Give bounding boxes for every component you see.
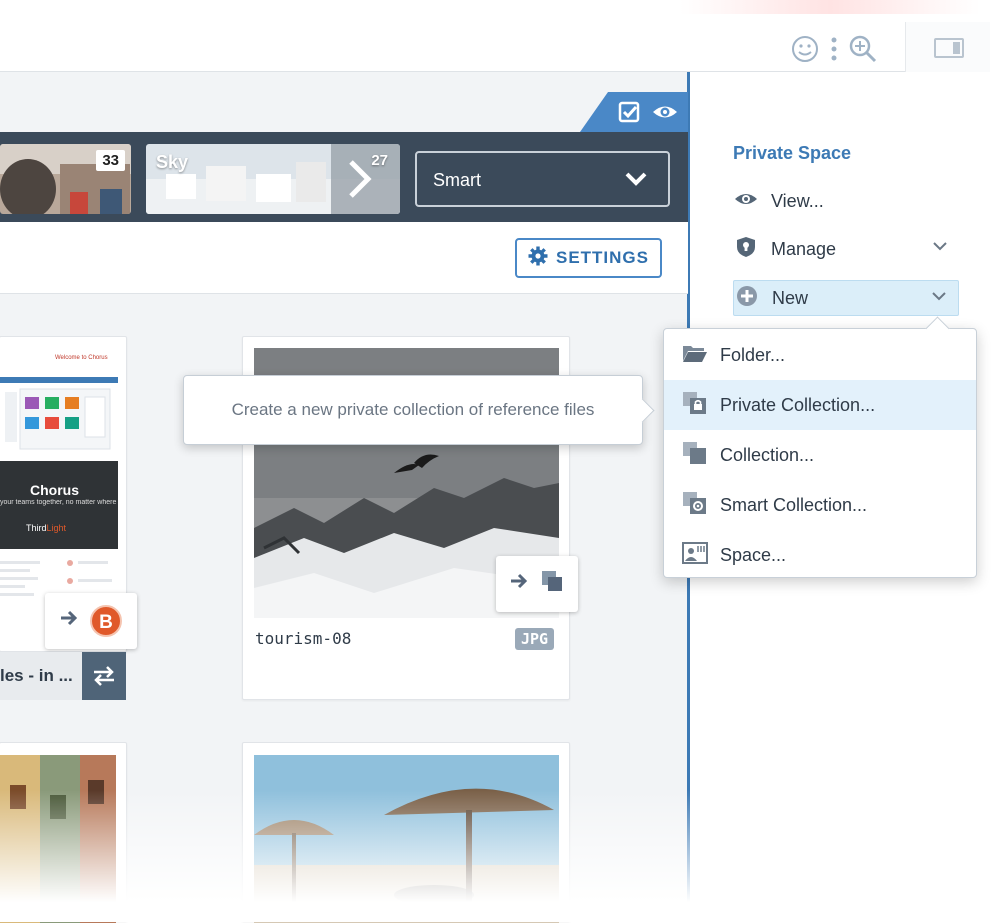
- menu-item-label: Smart Collection...: [720, 494, 868, 515]
- side-panel-title: Private Space: [733, 143, 852, 163]
- collection-thumb[interactable]: 33: [0, 144, 131, 214]
- menu-item-space[interactable]: Space...: [664, 530, 976, 580]
- settings-label: SETTINGS: [555, 248, 649, 267]
- collection-label: Sky: [156, 152, 189, 172]
- gear-icon: [528, 246, 548, 271]
- file-type-badge: JPG: [515, 628, 555, 650]
- banner-title: Chorus: [30, 482, 79, 498]
- space-icon: [682, 541, 710, 569]
- chevron-down-icon: [933, 239, 947, 258]
- collection-bar-label: les - in ...: [0, 666, 73, 685]
- doc-banner: Chorus your teams together, no matter wh…: [0, 461, 118, 549]
- menu-item-private-collection[interactable]: Private Collection...: [664, 380, 976, 430]
- plus-circle-icon: [734, 285, 760, 312]
- shield-icon: [733, 236, 759, 263]
- checkbox-icon[interactable]: [618, 101, 640, 129]
- collection-icon: [682, 441, 710, 470]
- arrow-right-icon[interactable]: [510, 572, 530, 596]
- arrow-right-icon[interactable]: [60, 609, 80, 633]
- menu-item-smart-collection[interactable]: Smart Collection...: [664, 480, 976, 530]
- side-panel-toggle-icon: [934, 38, 964, 58]
- side-item-new[interactable]: New: [733, 280, 959, 316]
- asset-actions: B: [45, 593, 137, 649]
- top-decoration: [680, 0, 980, 14]
- chevron-down-icon: [624, 167, 648, 197]
- folder-icon: [682, 343, 710, 368]
- menu-tooltip: Create a new private collection of refer…: [183, 375, 643, 445]
- private-collection-icon: [682, 391, 710, 420]
- tooltip-text: Create a new private collection of refer…: [231, 400, 595, 419]
- zoom-in-icon[interactable]: [848, 34, 878, 69]
- side-panel-toggle[interactable]: [905, 22, 990, 72]
- new-dropdown-menu: Folder... Private Collection... Collecti…: [663, 328, 977, 578]
- top-bar: [0, 22, 990, 72]
- collection-count: 27: [371, 152, 388, 169]
- asset-title: tourism-08: [255, 629, 352, 648]
- side-item-label: New: [772, 287, 809, 308]
- collection-type-select[interactable]: Smart: [415, 151, 670, 207]
- menu-item-label: Private Collection...: [720, 394, 876, 415]
- collection-bar[interactable]: les - in ...: [0, 652, 126, 700]
- asset-actions: [496, 556, 578, 612]
- asset-thumbnail: [254, 755, 559, 923]
- smiley-icon[interactable]: [790, 34, 820, 69]
- swap-icon[interactable]: [82, 652, 126, 700]
- collection-strip: 33 Sky 27 Smart: [0, 132, 688, 222]
- side-item-label: View...: [771, 190, 824, 211]
- eye-icon[interactable]: [652, 101, 678, 129]
- side-item-manage[interactable]: Manage: [733, 231, 959, 267]
- content-toolbar: SETTINGS: [0, 222, 688, 294]
- asset-card[interactable]: [0, 742, 127, 923]
- top-bar-tools: [790, 34, 878, 69]
- smart-collection-icon: [682, 491, 710, 520]
- thirdlight-logo: ThirdLight: [26, 523, 67, 533]
- menu-item-label: Folder...: [720, 344, 786, 365]
- eye-icon: [733, 191, 759, 212]
- add-to-collection-icon[interactable]: [540, 569, 564, 599]
- more-vertical-icon[interactable]: [830, 36, 838, 67]
- collection-thumb-sky[interactable]: Sky 27: [146, 144, 400, 214]
- select-value: Smart: [433, 170, 482, 190]
- settings-button[interactable]: SETTINGS: [515, 238, 662, 278]
- menu-item-label: Space...: [720, 544, 787, 565]
- menu-item-label: Collection...: [720, 444, 815, 465]
- menu-item-folder[interactable]: Folder...: [664, 330, 976, 380]
- doc-heading: Welcome to Chorus: [55, 355, 108, 361]
- asset-thumbnail: [0, 755, 116, 923]
- asset-card[interactable]: [242, 742, 570, 923]
- banner-subtitle: your teams together, no matter where th: [0, 499, 118, 506]
- collection-count: 33: [96, 150, 125, 171]
- menu-item-collection[interactable]: Collection...: [664, 430, 976, 480]
- brand-b-icon[interactable]: B: [90, 605, 122, 637]
- side-item-label: Manage: [771, 238, 837, 259]
- chevron-down-icon: [932, 289, 946, 308]
- side-item-view[interactable]: View...: [733, 183, 959, 219]
